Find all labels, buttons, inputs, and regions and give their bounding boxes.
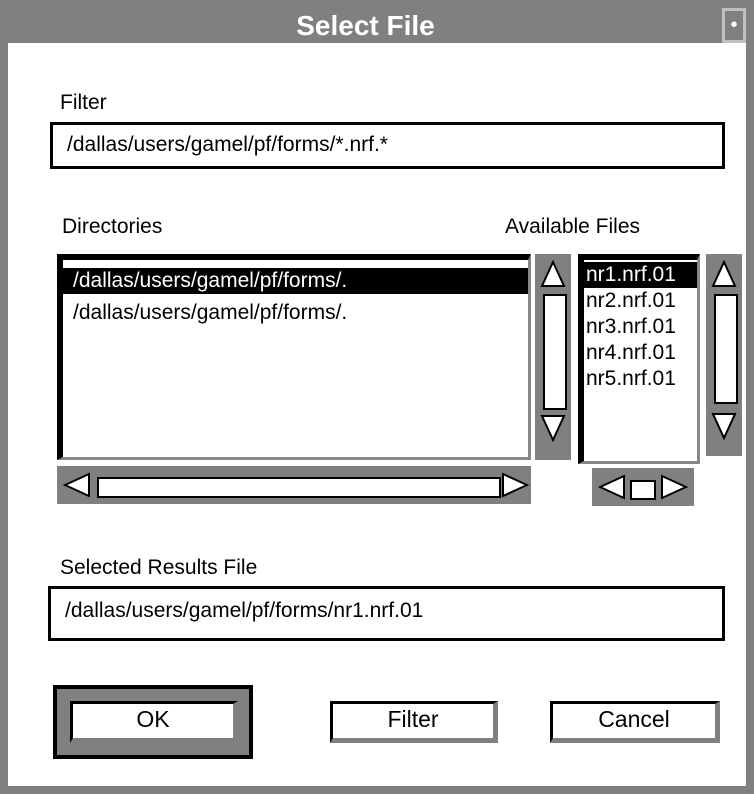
filter-input[interactable]: /dallas/users/gamel/pf/forms/*.nrf.* xyxy=(50,122,725,169)
directory-item[interactable]: /dallas/users/gamel/pf/forms/. xyxy=(63,300,528,326)
file-item[interactable]: nr5.nrf.01 xyxy=(584,366,697,392)
window-title: Select File xyxy=(296,10,435,41)
directories-label: Directories xyxy=(62,215,163,238)
cancel-button[interactable]: Cancel xyxy=(550,701,720,743)
scroll-thumb[interactable] xyxy=(97,477,501,498)
selected-results-label: Selected Results File xyxy=(60,556,258,579)
files-hscrollbar[interactable] xyxy=(592,468,694,506)
filter-button[interactable]: Filter xyxy=(330,701,498,743)
file-item[interactable]: nr3.nrf.01 xyxy=(584,314,697,340)
window-menu-button[interactable]: • xyxy=(722,8,746,43)
scroll-thumb[interactable] xyxy=(543,294,567,410)
files-vscrollbar[interactable] xyxy=(706,254,742,456)
filter-label: Filter xyxy=(60,91,107,114)
ok-button[interactable]: OK xyxy=(70,701,238,743)
directories-hscrollbar[interactable] xyxy=(57,466,531,504)
directory-item[interactable]: /dallas/users/gamel/pf/forms/. xyxy=(63,268,528,294)
scroll-thumb[interactable] xyxy=(630,480,656,500)
available-files-label: Available Files xyxy=(505,215,641,238)
scroll-down-arrow-icon[interactable] xyxy=(711,412,737,440)
selected-results-input[interactable]: /dallas/users/gamel/pf/forms/nr1.nrf.01 xyxy=(48,586,725,641)
scroll-down-arrow-icon[interactable] xyxy=(540,414,566,442)
scroll-right-arrow-icon[interactable] xyxy=(501,472,529,498)
scroll-up-arrow-icon[interactable] xyxy=(540,260,566,288)
scroll-up-arrow-icon[interactable] xyxy=(711,260,737,288)
scroll-right-arrow-icon[interactable] xyxy=(660,474,688,500)
file-item[interactable]: nr1.nrf.01 xyxy=(584,262,697,288)
directories-vscrollbar[interactable] xyxy=(535,254,571,460)
files-list[interactable]: nr1.nrf.01 nr2.nrf.01 nr3.nrf.01 nr4.nrf… xyxy=(578,254,700,464)
scroll-left-arrow-icon[interactable] xyxy=(598,474,626,500)
file-item[interactable]: nr4.nrf.01 xyxy=(584,340,697,366)
scroll-left-arrow-icon[interactable] xyxy=(63,472,91,498)
directories-list[interactable]: /dallas/users/gamel/pf/forms/. /dallas/u… xyxy=(57,254,531,460)
file-item[interactable]: nr2.nrf.01 xyxy=(584,288,697,314)
scroll-thumb[interactable] xyxy=(714,294,738,404)
